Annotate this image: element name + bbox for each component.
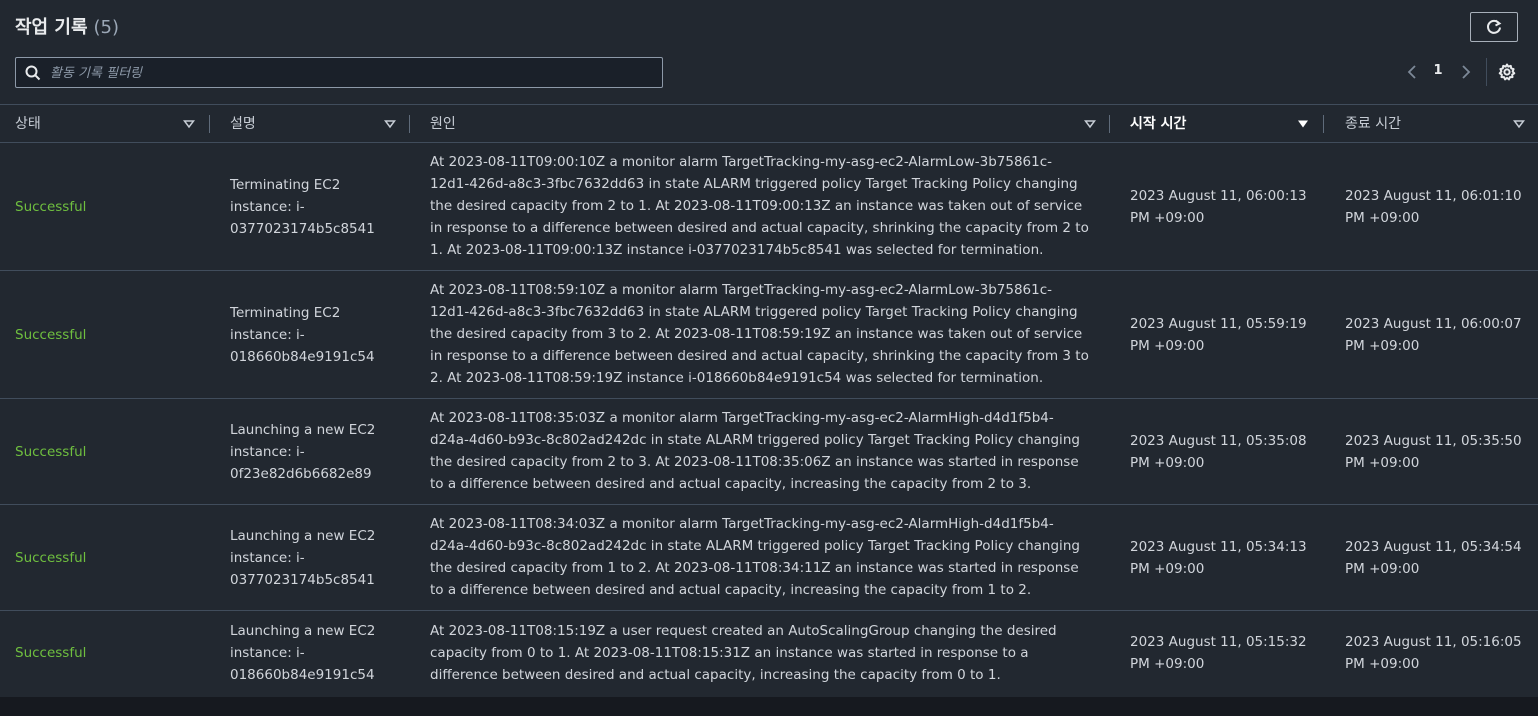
cause-cell: At 2023-08-11T08:15:19Z a user request c…	[430, 623, 1057, 683]
end-time-cell: 2023 August 11, 06:00:07 PM +09:00	[1345, 316, 1522, 354]
description-cell: Terminating EC2 instance: i-0377023174b5…	[230, 177, 375, 237]
description-cell: Launching a new EC2 instance: i-0f23e82d…	[230, 422, 376, 482]
page-title: 작업 기록 (5)	[15, 13, 119, 39]
cause-cell: At 2023-08-11T08:34:03Z a monitor alarm …	[430, 516, 1080, 598]
end-time-cell: 2023 August 11, 05:16:05 PM +09:00	[1345, 634, 1522, 672]
status-cell: Successful	[15, 444, 87, 460]
activity-history-panel: 작업 기록(5) 1	[0, 0, 1538, 697]
start-time-cell: 2023 August 11, 05:59:19 PM +09:00	[1130, 316, 1307, 354]
end-time-cell: 2023 August 11, 05:34:54 PM +09:00	[1345, 539, 1522, 577]
sort-caret-icon	[1513, 120, 1525, 129]
column-header-description[interactable]: 설명	[215, 105, 410, 143]
previous-page-button[interactable]	[1402, 60, 1422, 84]
table-row: Successful Launching a new EC2 instance:…	[0, 505, 1538, 611]
status-cell: Successful	[15, 645, 87, 661]
filter-search-box[interactable]	[15, 57, 663, 88]
column-header-end-time[interactable]: 종료 시간	[1330, 105, 1538, 143]
start-time-cell: 2023 August 11, 05:35:08 PM +09:00	[1130, 433, 1307, 471]
refresh-button[interactable]	[1470, 12, 1518, 42]
column-header-start-time[interactable]: 시작 시간	[1115, 105, 1325, 143]
chevron-right-icon	[1462, 65, 1471, 79]
start-time-cell: 2023 August 11, 05:34:13 PM +09:00	[1130, 539, 1307, 577]
column-header-label: 원인	[430, 116, 456, 132]
status-cell: Successful	[15, 199, 87, 215]
description-cell: Launching a new EC2 instance: i-018660b8…	[230, 623, 376, 683]
column-header-label: 설명	[230, 116, 256, 132]
description-cell: Launching a new EC2 instance: i-03770231…	[230, 528, 376, 588]
column-header-cause[interactable]: 원인	[415, 105, 1110, 143]
start-time-cell: 2023 August 11, 05:15:32 PM +09:00	[1130, 634, 1307, 672]
column-header-label: 종료 시간	[1345, 116, 1401, 132]
preferences-button[interactable]	[1496, 61, 1518, 83]
gear-icon	[1498, 63, 1516, 81]
end-time-cell: 2023 August 11, 05:35:50 PM +09:00	[1345, 433, 1522, 471]
search-input[interactable]	[48, 61, 652, 86]
column-divider	[1109, 115, 1110, 133]
sort-descending-icon	[1298, 120, 1308, 128]
item-count: (5)	[93, 17, 120, 38]
cause-cell: At 2023-08-11T08:35:03Z a monitor alarm …	[430, 410, 1080, 492]
search-icon	[25, 65, 41, 81]
column-divider	[209, 115, 210, 133]
activity-table: 상태 설명 원인 시작 시간 종료 시간 Successful Terminat…	[0, 104, 1538, 696]
table-header: 상태 설명 원인 시작 시간 종료 시간	[0, 104, 1538, 143]
table-row: Successful Terminating EC2 instance: i-0…	[0, 271, 1538, 399]
cause-cell: At 2023-08-11T09:00:10Z a monitor alarm …	[430, 154, 1089, 258]
column-header-status[interactable]: 상태	[0, 105, 210, 143]
column-header-label: 상태	[15, 116, 41, 132]
cause-cell: At 2023-08-11T08:59:10Z a monitor alarm …	[430, 282, 1089, 386]
column-divider	[1323, 115, 1324, 133]
title-text: 작업 기록	[15, 17, 88, 38]
toolbar-divider	[1486, 58, 1487, 86]
column-header-label: 시작 시간	[1130, 116, 1187, 132]
status-cell: Successful	[15, 550, 87, 566]
chevron-left-icon	[1407, 65, 1416, 79]
end-time-cell: 2023 August 11, 06:01:10 PM +09:00	[1345, 188, 1522, 226]
column-divider	[409, 115, 410, 133]
sort-caret-icon	[1084, 120, 1096, 129]
page-background-strip	[0, 697, 1538, 716]
description-cell: Terminating EC2 instance: i-018660b84e91…	[230, 305, 375, 365]
status-cell: Successful	[15, 327, 87, 343]
sort-caret-icon	[384, 120, 396, 129]
start-time-cell: 2023 August 11, 06:00:13 PM +09:00	[1130, 188, 1307, 226]
page-number[interactable]: 1	[1428, 63, 1448, 78]
panel-header: 작업 기록(5) 1	[0, 0, 1538, 104]
table-row: Successful Terminating EC2 instance: i-0…	[0, 143, 1538, 271]
sort-caret-icon	[183, 120, 195, 129]
table-row: Successful Launching a new EC2 instance:…	[0, 399, 1538, 505]
refresh-icon	[1487, 19, 1502, 34]
table-row: Successful Launching a new EC2 instance:…	[0, 611, 1538, 696]
next-page-button[interactable]	[1456, 60, 1476, 84]
